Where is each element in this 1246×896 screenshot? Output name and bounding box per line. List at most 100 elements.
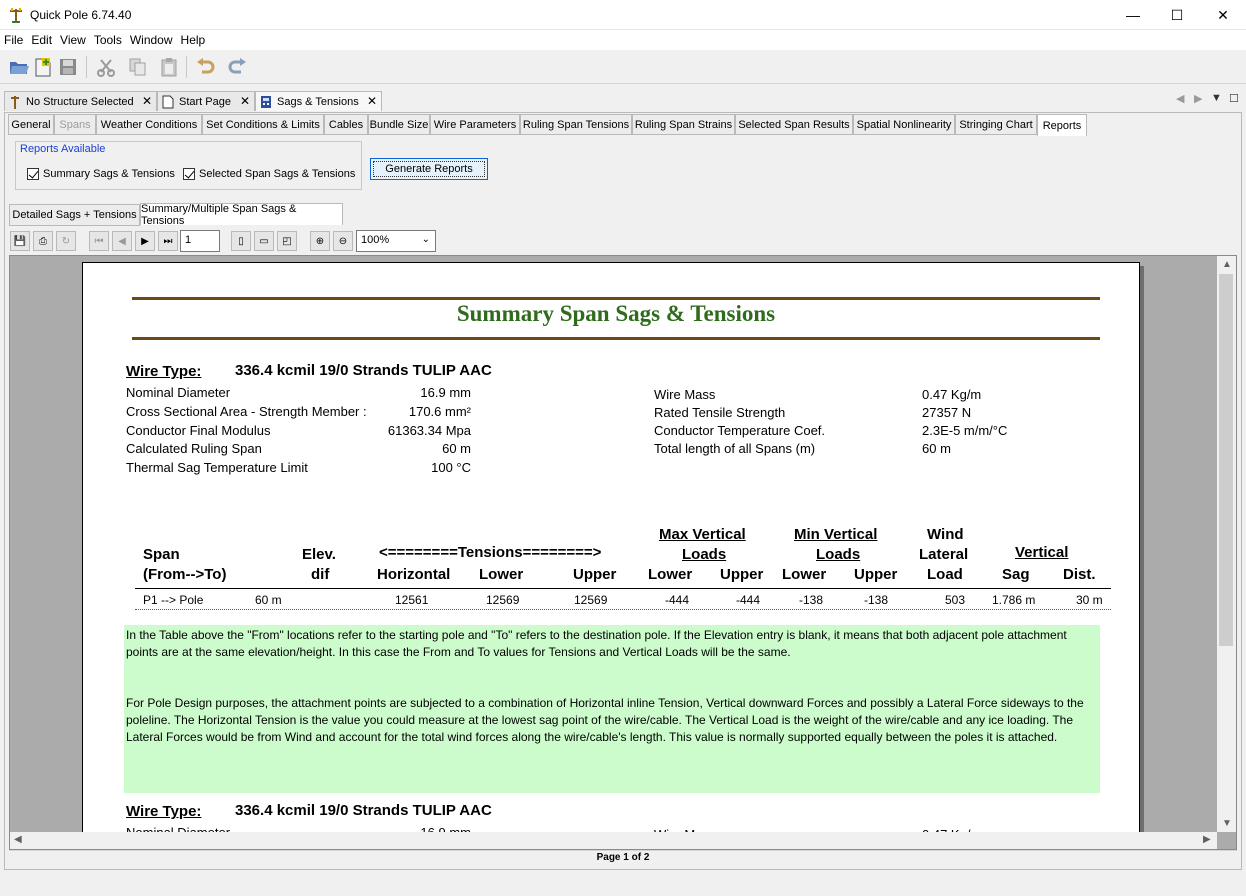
checkbox-label: Summary Sags & Tensions	[43, 168, 175, 180]
zoom-out-icon[interactable]: ⊖	[333, 231, 353, 251]
maximize-panel-icon[interactable]: ☐	[1229, 92, 1239, 105]
zoom-in-icon[interactable]: ⊕	[310, 231, 330, 251]
minimize-button[interactable]: —	[1110, 0, 1156, 30]
tab-cables[interactable]: Cables	[324, 114, 368, 135]
tab-general[interactable]: General	[8, 114, 54, 135]
tab-ruling-span-tensions[interactable]: Ruling Span Tensions	[520, 114, 632, 135]
wire-type-label: Wire Type:	[126, 363, 202, 380]
generate-reports-button[interactable]: Generate Reports	[370, 158, 488, 180]
scroll-tabs-right-icon[interactable]: ▶	[1194, 92, 1202, 105]
menu-view[interactable]: View	[60, 33, 86, 47]
page-width-icon[interactable]: ▭	[254, 231, 274, 251]
tab-set-conditions-limits[interactable]: Set Conditions & Limits	[202, 114, 324, 135]
prop-value: 61363.34 Mpa	[387, 423, 471, 438]
first-page-icon[interactable]: ⏮	[89, 231, 109, 251]
cell-span: P1 --> Pole	[143, 593, 204, 607]
cell-max-lower: -444	[665, 593, 690, 607]
scroll-left-icon[interactable]: ◀	[14, 834, 22, 845]
page-number-input[interactable]: 1	[180, 230, 220, 252]
prop-label: Rated Tensile Strength	[654, 405, 786, 420]
header-dif: dif	[311, 566, 330, 583]
header-horizontal: Horizontal	[377, 566, 451, 583]
wire-type-label: Wire Type:	[126, 803, 202, 820]
redo-icon[interactable]	[226, 56, 248, 78]
report-title: Summary Span Sags & Tensions	[456, 301, 776, 326]
save-icon[interactable]	[57, 56, 79, 78]
prop-label: Calculated Ruling Span	[126, 441, 262, 456]
vertical-scroll-thumb[interactable]	[1219, 274, 1233, 646]
zoom-select[interactable]: 100% ⌄	[356, 230, 436, 252]
prop-value: 60 m	[442, 441, 471, 456]
tab-no-structure-selected[interactable]: No Structure Selected ✕	[4, 91, 157, 111]
menu-file[interactable]: File	[4, 33, 23, 47]
cut-icon[interactable]	[95, 56, 117, 78]
scroll-down-icon[interactable]: ▼	[1222, 818, 1232, 829]
tab-sags-tensions[interactable]: Sags & Tensions ✕	[255, 91, 382, 111]
tab-wire-parameters[interactable]: Wire Parameters	[430, 114, 520, 135]
single-page-icon[interactable]: ▯	[231, 231, 251, 251]
copy-icon[interactable]	[127, 56, 149, 78]
menu-tools[interactable]: Tools	[94, 33, 122, 47]
calculator-icon	[261, 95, 271, 108]
cell-min-upper: -138	[864, 593, 889, 607]
last-page-icon[interactable]: ⏭	[158, 231, 178, 251]
open-folder-icon[interactable]	[8, 56, 30, 78]
prop-value: 16.9 mm	[420, 385, 471, 400]
tab-ruling-span-strains[interactable]: Ruling Span Strains	[632, 114, 735, 135]
scroll-right-icon[interactable]: ▶	[1203, 834, 1211, 845]
chevron-down-icon[interactable]: ⌄	[422, 234, 430, 245]
selected-span-sags-tensions-checkbox[interactable]: Selected Span Sags & Tensions	[183, 168, 355, 180]
tab-reports[interactable]: Reports	[1037, 114, 1087, 136]
prop-label: Total length of all Spans (m)	[654, 441, 816, 456]
tab-detailed-sags-tensions[interactable]: Detailed Sags + Tensions	[9, 204, 140, 226]
scroll-up-icon[interactable]: ▲	[1222, 259, 1232, 270]
tab-stringing-chart[interactable]: Stringing Chart	[955, 114, 1037, 135]
prop-label: Nominal Diameter	[126, 385, 231, 400]
tab-spans: Spans	[54, 114, 96, 135]
tab-label: Sags & Tensions	[277, 95, 359, 108]
tab-list-dropdown-icon[interactable]: ▼	[1211, 92, 1222, 104]
tab-start-page[interactable]: Start Page ✕	[157, 91, 255, 111]
explanation-note: In the Table above the "From" locations …	[124, 625, 1100, 793]
checkbox-checked-icon[interactable]	[183, 168, 195, 180]
close-tab-icon[interactable]: ✕	[240, 94, 250, 108]
tab-bundle-size[interactable]: Bundle Size	[368, 114, 430, 135]
next-page-icon[interactable]: ▶	[135, 231, 155, 251]
new-file-icon[interactable]	[32, 56, 54, 78]
maximize-button[interactable]: ☐	[1154, 0, 1200, 30]
refresh-icon[interactable]: ↻	[56, 231, 76, 251]
tab-weather-conditions[interactable]: Weather Conditions	[96, 114, 202, 135]
tab-selected-span-results[interactable]: Selected Span Results	[735, 114, 853, 135]
paste-icon[interactable]	[158, 56, 180, 78]
print-icon[interactable]: ⎙	[33, 231, 53, 251]
menu-edit[interactable]: Edit	[31, 33, 52, 47]
tab-summary-multiple-span[interactable]: Summary/Multiple Span Sags & Tensions	[140, 203, 343, 227]
cell-lower: 12569	[486, 593, 520, 607]
header-sag: Sag	[1002, 566, 1030, 583]
main-toolbar	[0, 50, 1246, 84]
toolbar-separator	[186, 56, 187, 78]
save-report-icon[interactable]: 💾	[10, 231, 30, 251]
scroll-tabs-left-icon[interactable]: ◀	[1176, 92, 1184, 105]
pole-icon	[11, 95, 19, 109]
tab-spatial-nonlinearity[interactable]: Spatial Nonlinearity	[853, 114, 955, 135]
reports-available-group: Reports Available Summary Sags & Tension…	[15, 141, 362, 190]
summary-sags-tensions-checkbox[interactable]: Summary Sags & Tensions	[27, 168, 175, 180]
checkbox-checked-icon[interactable]	[27, 168, 39, 180]
previous-page-icon[interactable]: ◀	[112, 231, 132, 251]
menu-window[interactable]: Window	[130, 33, 173, 47]
close-button[interactable]: ✕	[1200, 0, 1246, 30]
whole-page-icon[interactable]: ◰	[277, 231, 297, 251]
report-viewer-toolbar: 💾 ⎙ ↻ ⏮ ◀ ▶ ⏭ 1 ▯ ▭ ◰ ⊕ ⊖ 100% ⌄	[9, 229, 1237, 253]
menu-help[interactable]: Help	[181, 33, 206, 47]
tab-label: No Structure Selected	[26, 95, 134, 108]
horizontal-scrollbar[interactable]: ◀ ▶	[10, 832, 1217, 849]
header-lower: Lower	[479, 566, 524, 583]
header-min-upper: Upper	[854, 566, 898, 583]
close-tab-icon[interactable]: ✕	[367, 94, 377, 108]
undo-icon[interactable]	[195, 56, 217, 78]
report-page: Summary Span Sags & Tensions Wire Type: …	[82, 262, 1140, 842]
close-tab-icon[interactable]: ✕	[142, 94, 152, 108]
vertical-scrollbar[interactable]: ▲ ▼	[1217, 256, 1236, 832]
cell-length: 60 m	[255, 593, 282, 607]
